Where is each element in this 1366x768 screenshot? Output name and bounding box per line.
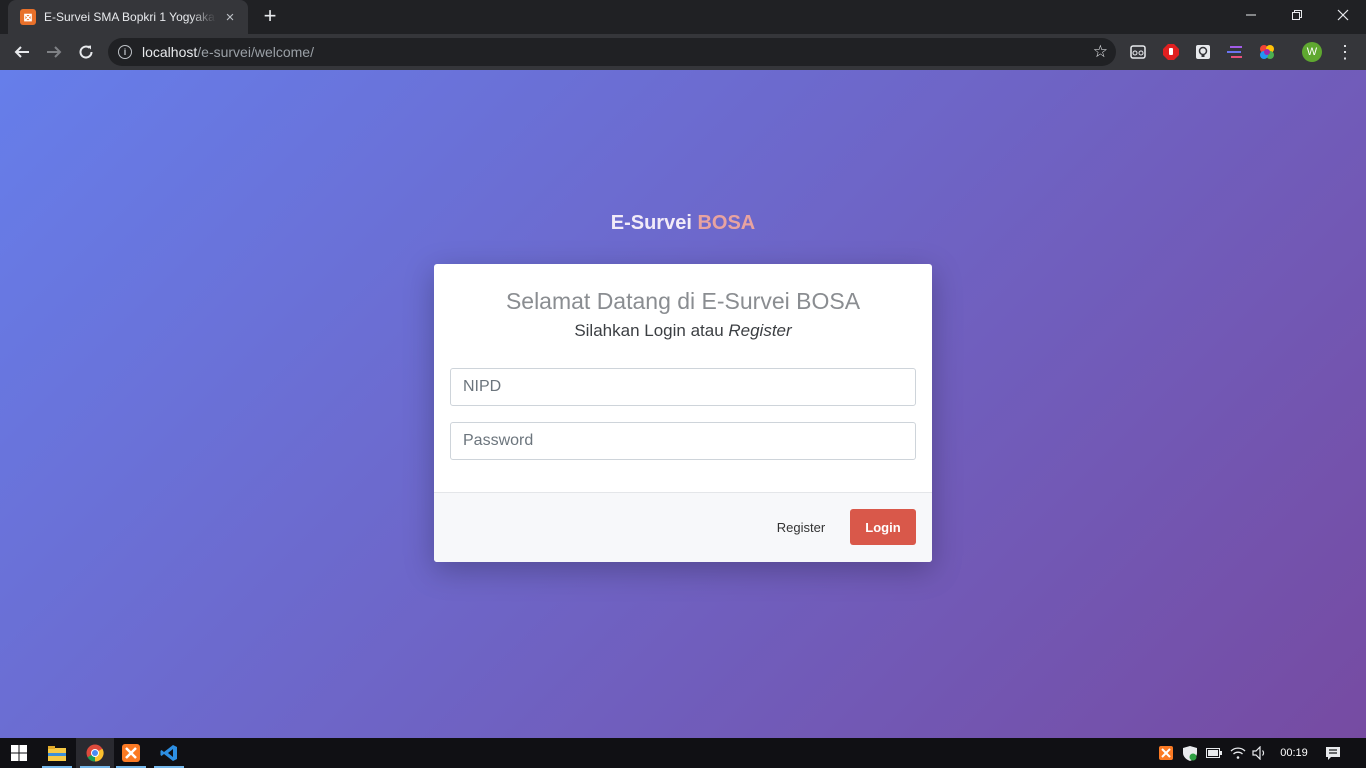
windows-start-icon[interactable] xyxy=(0,738,38,768)
file-explorer-icon[interactable] xyxy=(38,738,76,768)
adblock-icon[interactable] xyxy=(1161,42,1181,62)
tab-strip: ⊠ E-Survei SMA Bopkri 1 Yogyakarta × + xyxy=(0,0,1366,34)
taskbar: 00:19 xyxy=(0,738,1366,768)
minimize-icon[interactable] xyxy=(1228,0,1274,30)
taskbar-clock[interactable]: 00:19 xyxy=(1274,738,1314,768)
new-tab-button[interactable]: + xyxy=(258,5,282,29)
close-icon[interactable] xyxy=(1320,0,1366,30)
address-bar[interactable]: i localhost/e-survei/welcome/ ☆ xyxy=(108,38,1116,66)
browser-tab[interactable]: ⊠ E-Survei SMA Bopkri 1 Yogyakarta × xyxy=(8,0,248,34)
forward-icon[interactable] xyxy=(40,38,68,66)
bookmark-star-icon[interactable]: ☆ xyxy=(1093,42,1108,62)
info-icon[interactable]: i xyxy=(118,45,132,59)
lines-icon[interactable] xyxy=(1225,42,1245,62)
login-button[interactable]: Login xyxy=(850,509,916,545)
chrome-icon[interactable] xyxy=(76,738,114,768)
menu-icon[interactable]: ⋮ xyxy=(1336,40,1354,64)
page-background: E-Survei BOSA Selamat Datang di E-Survei… xyxy=(0,70,1366,738)
restore-icon[interactable] xyxy=(1274,0,1320,30)
vscode-icon[interactable] xyxy=(150,738,188,768)
back-icon[interactable] xyxy=(8,38,36,66)
battery-icon[interactable] xyxy=(1204,738,1224,768)
xampp-icon: ⊠ xyxy=(20,9,36,25)
xampp-icon[interactable] xyxy=(112,738,150,768)
url-text: localhost/e-survei/welcome/ xyxy=(142,44,314,60)
tab-close-button[interactable]: × xyxy=(222,9,238,26)
browser-toolbar: i localhost/e-survei/welcome/ ☆ W ⋮ xyxy=(0,34,1366,70)
card-footer: Register Login xyxy=(434,492,932,562)
volume-icon[interactable] xyxy=(1250,738,1270,768)
reload-icon[interactable] xyxy=(72,38,100,66)
wifi-icon[interactable] xyxy=(1228,738,1248,768)
card-title: Selamat Datang di E-Survei BOSA xyxy=(505,288,861,314)
defender-icon[interactable] xyxy=(1180,738,1200,768)
register-button[interactable]: Register xyxy=(764,509,838,545)
nipd-input[interactable] xyxy=(450,368,916,406)
password-input[interactable] xyxy=(450,422,916,460)
lightbulb-icon[interactable] xyxy=(1193,42,1213,62)
profile-avatar[interactable]: W xyxy=(1302,42,1322,62)
brand-title: E-Survei BOSA xyxy=(610,212,756,234)
color-wheel-icon[interactable] xyxy=(1257,42,1277,62)
card-subtitle: Silahkan Login atau Register xyxy=(574,321,792,340)
reader-mode-icon[interactable] xyxy=(1128,42,1148,62)
action-center-icon[interactable] xyxy=(1320,738,1346,768)
login-card: Selamat Datang di E-Survei BOSA Silahkan… xyxy=(434,264,932,562)
tab-title: E-Survei SMA Bopkri 1 Yogyakarta xyxy=(44,10,216,24)
xampp-tray-icon[interactable] xyxy=(1156,738,1176,768)
